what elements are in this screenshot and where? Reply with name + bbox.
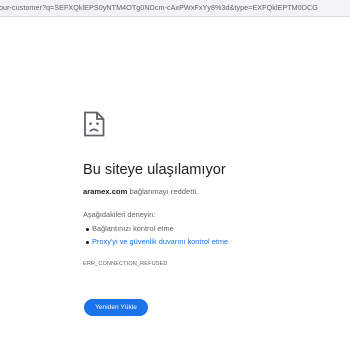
error-message-suffix: bağlanmayı reddetti. <box>127 187 199 196</box>
host-name: aramex.com <box>83 187 128 196</box>
page-title: Bu siteye ulaşılamıyor <box>83 162 226 178</box>
sad-page-icon <box>83 111 105 137</box>
reload-button[interactable]: Yeniden Yükle <box>84 299 148 316</box>
address-bar[interactable]: our-customer?q=SEFXQklEPS0yNTM4OTg0NDcm-… <box>0 0 350 17</box>
error-code: ERR_CONNECTION_REFUSED <box>83 261 168 267</box>
bullet-icon <box>86 227 89 231</box>
bullet-icon <box>86 240 89 244</box>
address-bar-url[interactable]: our-customer?q=SEFXQklEPS0yNTM4OTg0NDcm-… <box>0 3 318 13</box>
error-message: aramex.com bağlanmayı reddetti. <box>83 187 198 197</box>
suggestion-check-connection: Bağlantınızı kontrol etme <box>86 224 174 234</box>
suggestion-check-proxy-firewall[interactable]: Proxy'yi ve güvenlik duvarını kontrol et… <box>86 237 228 247</box>
suggestion-label: Bağlantınızı kontrol etme <box>92 224 174 233</box>
suggestions-heading: Aşağıdakileri deneyin: <box>83 210 156 219</box>
suggestion-link[interactable]: Proxy'yi ve güvenlik duvarını kontrol et… <box>92 237 228 246</box>
